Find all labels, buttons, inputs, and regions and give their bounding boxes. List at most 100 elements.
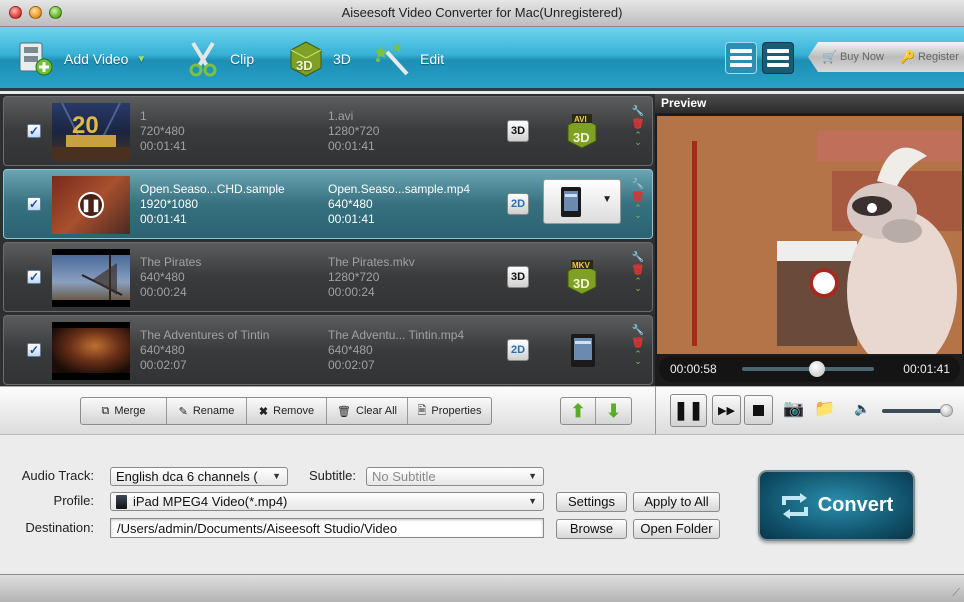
2d-mode-toggle[interactable]: 2D: [507, 193, 529, 215]
edit-button[interactable]: Edit: [372, 37, 444, 81]
video-thumbnail: 20: [52, 103, 130, 161]
scissors-icon: [182, 39, 224, 79]
register-label: Register: [917, 51, 959, 63]
merge-button[interactable]: ⧉ Merge: [81, 398, 167, 424]
source-info: The Pirates 640*480 00:00:24: [140, 255, 202, 299]
title-bar: Aiseesoft Video Converter for Mac(Unregi…: [0, 0, 964, 27]
svg-text:3D: 3D: [573, 130, 590, 145]
move-up-down-icon[interactable]: ⌃ ⌄: [634, 131, 642, 147]
wrench-icon[interactable]: 🔧: [632, 252, 644, 264]
avi-3d-format-icon[interactable]: AVI 3D: [564, 112, 600, 150]
preview-video[interactable]: [657, 116, 962, 354]
video-thumbnail: [52, 322, 130, 380]
arrow-up-icon: ⬆: [570, 400, 586, 421]
remove-button[interactable]: ✖ Remove: [247, 398, 327, 424]
list-view-button[interactable]: [762, 42, 794, 74]
pencil-icon: ✎: [178, 405, 188, 418]
add-video-label: Add Video: [64, 51, 129, 67]
file-row[interactable]: ✓ The Pirates 640*480 00:00:24 The Pirat…: [3, 242, 653, 312]
file-checkbox[interactable]: ✓: [27, 124, 41, 138]
svg-text:20: 20: [72, 112, 99, 139]
wrench-icon[interactable]: 🔧: [632, 179, 644, 191]
trash-icon: 🗑: [337, 405, 351, 418]
source-info: Open.Seaso...CHD.sample 1920*1080 00:01:…: [140, 182, 285, 226]
file-checkbox[interactable]: ✓: [27, 343, 41, 357]
2d-mode-toggle[interactable]: 2D: [507, 339, 529, 361]
video-thumbnail: ❚❚: [52, 176, 130, 234]
list-icon: [767, 49, 789, 53]
move-up-down-icon[interactable]: ⌃ ⌄: [634, 277, 642, 293]
current-time: 00:00:58: [670, 362, 717, 376]
profile-select[interactable]: iPad MPEG4 Video(*.mp4) ▼: [110, 492, 544, 511]
output-info: Open.Seaso...sample.mp4 640*480 00:01:41: [328, 182, 471, 226]
volume-slider-handle[interactable]: [940, 404, 953, 417]
settings-button[interactable]: Settings: [556, 492, 627, 512]
file-checkbox[interactable]: ✓: [27, 197, 41, 211]
stop-icon: [753, 404, 764, 416]
ipad-icon: [116, 495, 127, 509]
chevron-down-icon: ▼: [272, 471, 281, 481]
fast-forward-button[interactable]: ▶▶: [712, 395, 741, 425]
pause-overlay-icon[interactable]: ❚❚: [78, 192, 104, 218]
file-checkbox[interactable]: ✓: [27, 270, 41, 284]
total-time: 00:01:41: [903, 362, 950, 376]
output-info: The Adventu... Tintin.mp4 640*480 00:02:…: [328, 328, 465, 372]
magic-wand-icon: [372, 39, 414, 79]
wrench-icon[interactable]: 🔧: [632, 106, 644, 118]
destination-input[interactable]: [110, 518, 544, 538]
convert-button[interactable]: Convert: [758, 470, 915, 541]
row-actions: 🔧 🗑 ⌃ ⌄: [631, 179, 645, 220]
list-detail-icon: [730, 49, 752, 53]
properties-button[interactable]: 🗎 Properties: [408, 398, 491, 424]
zoom-window-button[interactable]: [49, 6, 62, 19]
3d-label: 3D: [333, 51, 351, 67]
volume-track[interactable]: [882, 409, 947, 413]
row-actions: 🔧 🗑 ⌃ ⌄: [631, 252, 645, 293]
buy-now-button[interactable]: 🛒 Buy Now: [822, 50, 884, 64]
pause-button[interactable]: ❚❚: [670, 394, 707, 427]
close-window-button[interactable]: [9, 6, 22, 19]
3d-mode-toggle[interactable]: 3D: [507, 120, 529, 142]
browse-button[interactable]: Browse: [556, 519, 627, 539]
3d-button[interactable]: 3D 3D: [285, 37, 351, 81]
clip-button[interactable]: Clip: [182, 37, 254, 81]
mkv-3d-format-icon[interactable]: MKV 3D: [564, 258, 600, 296]
register-button[interactable]: 🔑 Register: [900, 50, 959, 64]
camera-snapshot-icon[interactable]: 📷: [783, 399, 804, 419]
subtitle-select[interactable]: No Subtitle ▼: [366, 467, 544, 486]
apply-to-all-button[interactable]: Apply to All: [633, 492, 720, 512]
seek-track[interactable]: [742, 367, 874, 371]
move-up-down-icon[interactable]: ⌃ ⌄: [634, 350, 642, 366]
film-add-icon: [16, 39, 58, 79]
minimize-window-button[interactable]: [29, 6, 42, 19]
rename-button[interactable]: ✎ Rename: [167, 398, 247, 424]
seek-slider-handle[interactable]: [809, 361, 826, 377]
preview-panel: Preview 00:00:58 00:01:41: [655, 94, 964, 386]
arrow-down-icon: ⬇: [605, 400, 622, 421]
row-actions: 🔧 🗑 ⌃ ⌄: [631, 106, 645, 147]
3d-mode-toggle[interactable]: 3D: [507, 266, 529, 288]
file-row-selected[interactable]: ✓ ❚❚ Open.Seaso...CHD.sample 1920*1080 0…: [3, 169, 653, 239]
clear-all-button[interactable]: 🗑 Clear All: [327, 398, 408, 424]
audio-track-select[interactable]: English dca 6 channels ( ▼: [110, 467, 288, 486]
stop-button[interactable]: [744, 395, 773, 425]
chevron-down-icon: ▼: [602, 194, 612, 205]
folder-icon[interactable]: 📁: [814, 399, 835, 419]
add-video-dropdown-icon[interactable]: ▼: [136, 54, 146, 65]
file-row[interactable]: ✓ The Adventures of Tintin 640*480 00:02…: [3, 315, 653, 385]
open-folder-button[interactable]: Open Folder: [633, 519, 720, 539]
output-format-dropdown[interactable]: ▼: [543, 179, 621, 224]
reorder-group: ⬆ ⬇: [560, 397, 632, 425]
resize-grip-icon[interactable]: ⟋: [952, 587, 960, 600]
move-down-button[interactable]: ⬇: [596, 398, 631, 424]
3d-cube-icon: 3D: [285, 39, 327, 79]
file-row[interactable]: ✓ 20 1 720*480 00:01:41 1.avi 1280*720 0…: [3, 96, 653, 166]
source-info: 1 720*480 00:01:41: [140, 109, 187, 153]
ipad-format-icon[interactable]: [564, 331, 600, 369]
move-up-button[interactable]: ⬆: [561, 398, 596, 424]
add-video-button[interactable]: Add Video ▼: [16, 37, 146, 81]
ipad-icon: [561, 187, 581, 217]
wrench-icon[interactable]: 🔧: [632, 325, 644, 337]
move-up-down-icon[interactable]: ⌃ ⌄: [634, 204, 642, 220]
detail-view-button[interactable]: [725, 42, 757, 74]
